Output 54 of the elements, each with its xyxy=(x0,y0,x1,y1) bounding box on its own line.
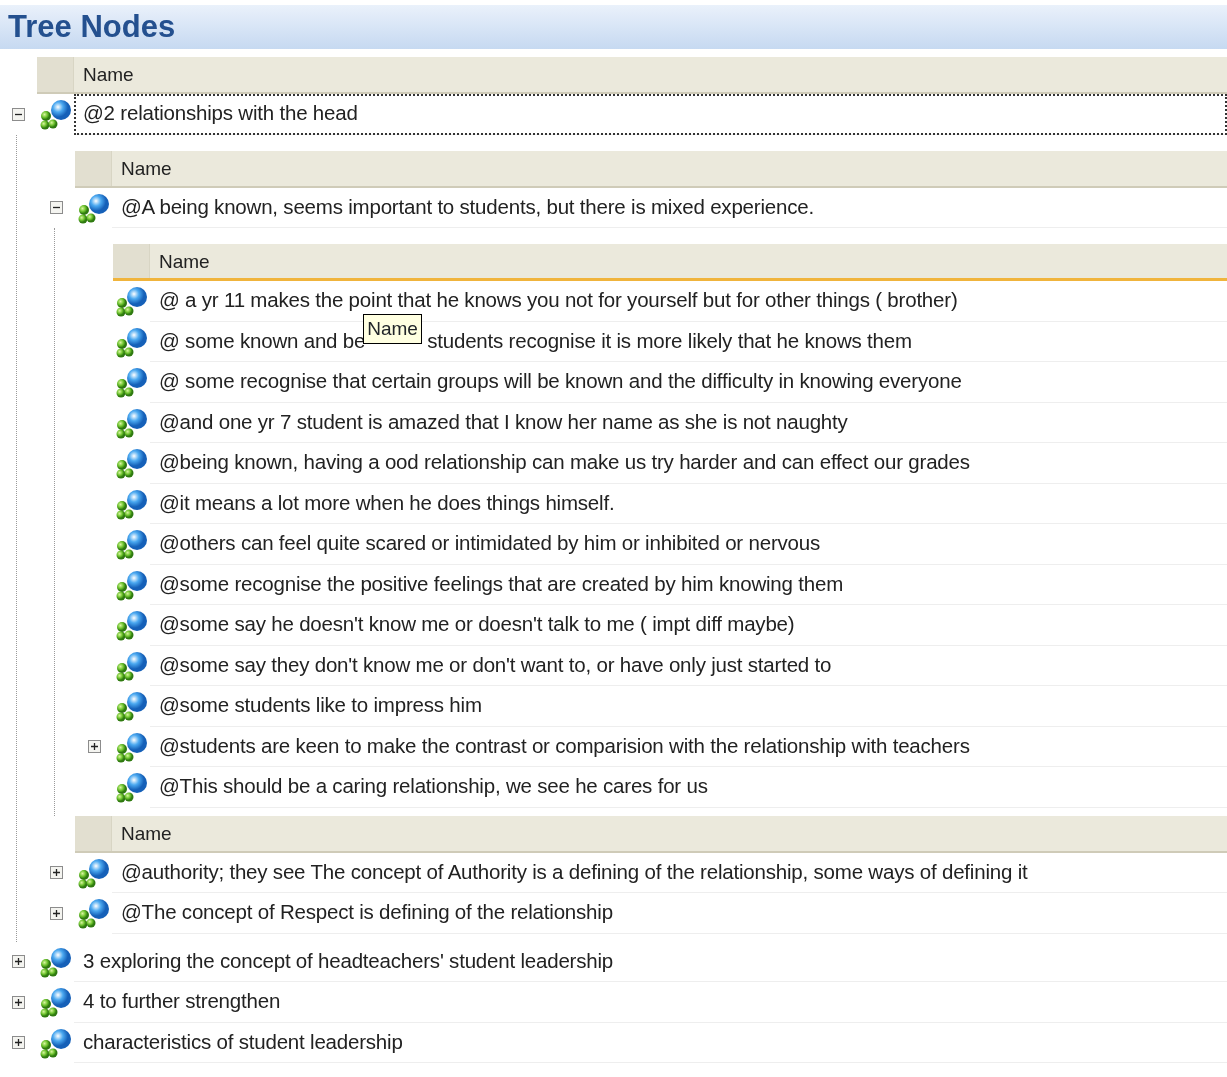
spheres-icon xyxy=(38,1026,73,1059)
tree-row[interactable]: @it means a lot more when he does things himself. xyxy=(150,483,1227,524)
tree-row[interactable]: @some say he doesn't know me or doesn't talk to me ( impt diff maybe) xyxy=(150,605,1227,646)
spheres-icon xyxy=(76,856,111,889)
expand-toggle[interactable] xyxy=(50,906,63,920)
expand-toggle[interactable] xyxy=(50,866,63,880)
tree-row[interactable]: @others can feel quite scared or intimidated by him or inhibited or nervous xyxy=(150,524,1227,565)
spheres-icon xyxy=(114,487,149,520)
spheres-icon xyxy=(114,730,149,763)
spheres-icon xyxy=(114,406,149,439)
tree-row[interactable]: @and one yr 7 student is amazed that I know her name as she is not naughty xyxy=(150,402,1227,443)
collapse-toggle[interactable] xyxy=(12,107,25,121)
spheres-icon xyxy=(76,191,111,224)
tree-row[interactable]: @some recognise the positive feelings that are created by him knowing them xyxy=(150,564,1227,605)
spheres-icon xyxy=(114,366,149,399)
expand-toggle[interactable] xyxy=(12,955,25,969)
tree-row[interactable]: @2 relationships with the head xyxy=(74,94,1227,135)
tooltip: Name xyxy=(363,313,422,344)
expand-toggle[interactable] xyxy=(12,995,25,1009)
spheres-icon xyxy=(114,568,149,601)
column-header[interactable]: Name xyxy=(75,815,1227,853)
spheres-icon xyxy=(114,771,149,804)
tree-row[interactable]: @some say they don't know me or don't want to, or have only just started to xyxy=(150,645,1227,686)
tree-row[interactable]: 4 to further strengthen xyxy=(74,982,1227,1023)
spheres-icon xyxy=(114,528,149,561)
tree-row[interactable]: @This should be a caring relationship, we see he cares for us xyxy=(150,767,1227,808)
tree-row[interactable]: @authority; they see The concept of Authority is a defining of the relationship, some ways of defining it xyxy=(112,852,1227,893)
tree-row[interactable]: @The concept of Respect is defining of the relationship xyxy=(112,893,1227,934)
row-text: @ some known and be xyxy=(159,327,366,354)
tree-row[interactable]: characteristics of student leadership xyxy=(74,1022,1227,1063)
tree-row[interactable]: 3 exploring the concept of headteachers' student leadership xyxy=(74,941,1227,982)
column-header[interactable]: Name xyxy=(37,57,1227,94)
tree-row[interactable]: @A being known, seems important to students, but there is mixed experience. xyxy=(112,187,1227,228)
spheres-icon xyxy=(114,325,149,358)
spheres-icon xyxy=(76,897,111,930)
row-text: students recognise it is more likely that he knows them xyxy=(427,327,912,354)
spheres-icon xyxy=(114,690,149,723)
expand-toggle[interactable] xyxy=(12,1036,25,1050)
expand-toggle[interactable] xyxy=(88,740,101,754)
tree-row[interactable]: @students are keen to make the contrast or comparision with the relationship with teachers xyxy=(150,726,1227,767)
collapse-toggle[interactable] xyxy=(50,201,63,215)
spheres-icon xyxy=(38,986,73,1019)
spheres-icon xyxy=(38,98,73,131)
column-header[interactable]: Name xyxy=(113,244,1227,281)
tree-row[interactable]: @being known, having a ood relationship can make us try harder and can effect our grades xyxy=(150,443,1227,484)
spheres-icon xyxy=(38,945,73,978)
spheres-icon xyxy=(114,649,149,682)
panel-title: Tree Nodes xyxy=(0,5,1227,49)
spheres-icon xyxy=(114,609,149,642)
column-header[interactable]: Name xyxy=(75,150,1227,188)
tree-row[interactable]: @some students like to impress him xyxy=(150,686,1227,727)
spheres-icon xyxy=(114,447,149,480)
spheres-icon xyxy=(114,285,149,318)
tree-row[interactable]: @ some recognise that certain groups will be known and the difficulty in knowing everyone xyxy=(150,362,1227,403)
